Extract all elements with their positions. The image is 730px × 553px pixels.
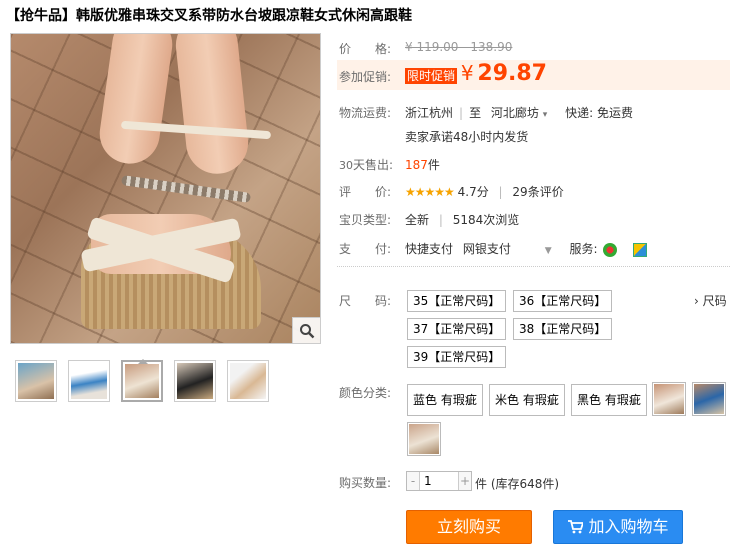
item-condition: 全新 <box>405 213 430 227</box>
tmall-service-icon[interactable] <box>603 242 618 257</box>
size-option-37[interactable]: 37【正常尺码】 <box>407 318 507 340</box>
rating-score: 4.7分 <box>457 185 489 199</box>
shipping-fee: 快递: 免运费 <box>565 106 633 120</box>
rating-label: 评 价: <box>339 185 392 199</box>
promo-label: 参加促销: <box>339 70 392 84</box>
size-option-35[interactable]: 35【正常尺码】 <box>407 290 507 312</box>
quantity-increase-button[interactable]: + <box>459 472 471 490</box>
guarantee-icon[interactable] <box>633 242 648 257</box>
color-swatch[interactable] <box>652 382 686 416</box>
quantity-unit: 件 <box>475 477 488 491</box>
reviews-link[interactable]: 29条评价 <box>512 185 563 199</box>
thumbnail[interactable] <box>68 360 110 402</box>
thumbnail[interactable] <box>174 360 216 402</box>
payment-bank: 网银支付 <box>462 242 511 256</box>
quantity-label: 购买数量: <box>339 476 392 490</box>
add-to-cart-button[interactable]: 加入购物车 <box>553 510 683 544</box>
buy-now-button[interactable]: 立刻购买 <box>406 510 532 544</box>
services-label: 服务: <box>569 242 598 256</box>
color-option-black[interactable]: 黑色 有瑕疵 <box>571 384 647 416</box>
size-chart-link[interactable]: › 尺码 <box>694 292 727 309</box>
promo-price-group: 限时促销 ¥ 29.87 <box>405 61 547 86</box>
sales-count-group: 187件 <box>405 156 440 173</box>
cart-icon <box>568 520 585 534</box>
item-type-label: 宝贝类型: <box>339 213 392 227</box>
shipping-info: 浙江杭州 | 至 河北廊坊 ▾ 快递: 免运费 <box>405 106 633 120</box>
stock-count: (库存648件) <box>490 477 560 491</box>
thumbnail-selected[interactable] <box>121 359 163 402</box>
thumbnail[interactable] <box>227 360 269 402</box>
size-label: 尺 码: <box>339 294 392 308</box>
zoom-button[interactable] <box>292 317 320 343</box>
magnifier-icon <box>299 323 314 338</box>
chevron-down-icon[interactable]: ▾ <box>543 110 548 120</box>
promo-price: 29.87 <box>477 61 547 86</box>
size-option-36[interactable]: 36【正常尺码】 <box>513 290 613 312</box>
size-option-38[interactable]: 38【正常尺码】 <box>513 318 613 340</box>
color-swatch[interactable] <box>692 382 726 416</box>
product-title: 【抢牛品】韩版优雅串珠交叉系带防水台坡跟凉鞋女式休闲高跟鞋 <box>6 8 412 24</box>
payment-label: 支 付: <box>339 242 392 256</box>
sales-label: 30天售出: <box>339 158 394 172</box>
main-product-image[interactable] <box>10 33 321 344</box>
shipping-from: 浙江杭州 <box>405 106 454 120</box>
add-to-cart-label: 加入购物车 <box>588 517 669 536</box>
payment-express: 快捷支付 <box>405 242 454 256</box>
price-label: 价 格: <box>339 42 392 56</box>
color-option-beige[interactable]: 米色 有瑕疵 <box>489 384 565 416</box>
sales-unit: 件 <box>427 158 440 172</box>
item-views: 5184次浏览 <box>452 213 520 227</box>
quantity-decrease-button[interactable]: - <box>407 472 419 490</box>
currency-symbol: ¥ <box>460 61 474 85</box>
rating-group: ★★★★★ 4.7分 | 29条评价 <box>405 185 564 199</box>
color-swatch[interactable] <box>407 422 441 456</box>
shipping-label: 物流运费: <box>339 106 392 120</box>
original-price: ¥ 119.00 - 138.90 <box>405 40 513 54</box>
size-option-39[interactable]: 39【正常尺码】 <box>407 346 507 368</box>
thumbnail[interactable] <box>15 360 57 402</box>
shipping-to-prefix: 至 <box>469 106 482 120</box>
payment-group: 快捷支付 网银支付 ▼ 服务: <box>405 240 648 257</box>
promo-tag: 限时促销 <box>405 68 458 84</box>
thumbnail-strip <box>15 359 269 402</box>
quantity-input[interactable]: 1 <box>419 472 459 490</box>
chevron-down-icon[interactable]: ▼ <box>545 246 552 256</box>
quantity-stepper: - 1 + <box>406 471 472 491</box>
shipping-promise: 卖家承诺48小时内发货 <box>405 130 529 144</box>
rating-stars: ★★★★★ <box>405 185 455 199</box>
divider <box>337 266 730 267</box>
color-label: 颜色分类: <box>339 386 392 400</box>
color-option-blue[interactable]: 蓝色 有瑕疵 <box>407 384 483 416</box>
stock-info: 件 (库存648件) <box>475 475 559 492</box>
item-type-group: 全新 | 5184次浏览 <box>405 213 520 227</box>
shipping-destination[interactable]: 河北廊坊 <box>491 106 539 120</box>
sales-count: 187 <box>405 158 428 172</box>
